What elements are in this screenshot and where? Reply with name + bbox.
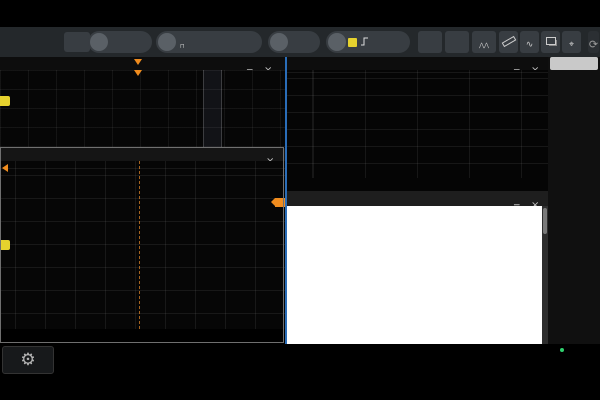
close-icon[interactable] xyxy=(531,58,539,70)
waveview-trace xyxy=(0,70,285,147)
acquire-knob[interactable] xyxy=(158,33,176,51)
acquire-control[interactable] xyxy=(156,31,262,53)
zoom-window-region[interactable] xyxy=(203,70,222,147)
close-icon[interactable] xyxy=(264,58,272,70)
measure-button[interactable] xyxy=(499,31,518,53)
rtsa-button[interactable] xyxy=(472,31,496,53)
multi-window-icon xyxy=(546,37,556,45)
waveform-icon xyxy=(526,32,534,51)
refresh-icon xyxy=(589,33,598,52)
cursor-button[interactable] xyxy=(562,31,581,53)
peak-search-header xyxy=(287,191,548,206)
delay-knob[interactable] xyxy=(270,33,288,51)
center-reference-line xyxy=(139,161,140,329)
zoom-x-axis xyxy=(0,329,285,342)
trigger-offscreen-arrow-icon xyxy=(2,164,8,172)
close-icon[interactable] xyxy=(266,149,274,161)
cursor-icon xyxy=(569,32,574,51)
trigger-position-marker-icon[interactable] xyxy=(134,59,142,65)
trigger-position-pin-icon xyxy=(134,70,142,76)
square-wave-icon xyxy=(180,43,186,50)
horizontal-control[interactable] xyxy=(88,31,152,53)
zoom-trace xyxy=(0,161,285,329)
channel1-badge[interactable] xyxy=(0,96,10,106)
sample-rate-group xyxy=(180,34,186,51)
channel1-badge[interactable] xyxy=(0,240,10,250)
ruler-icon xyxy=(501,36,516,47)
fft-trace xyxy=(287,70,548,178)
multi-window-button[interactable] xyxy=(541,31,560,53)
rtsa-icon xyxy=(479,32,489,51)
peak-search-table xyxy=(287,206,542,344)
clock-block xyxy=(558,346,598,372)
rising-edge-icon xyxy=(360,37,369,47)
results-sidebar xyxy=(548,57,600,344)
delay-control[interactable] xyxy=(268,31,320,53)
status-bar xyxy=(0,345,600,374)
menu-icon[interactable] xyxy=(246,59,254,70)
fft-x-axis xyxy=(287,178,548,191)
gear-icon xyxy=(20,350,35,370)
lan-status-icon xyxy=(560,348,564,352)
toolbar xyxy=(0,27,600,57)
default-button[interactable] xyxy=(445,31,469,53)
waveform-nav-strip[interactable] xyxy=(88,59,218,69)
trigger-knob[interactable] xyxy=(328,33,346,51)
trigger-level-tag[interactable] xyxy=(275,198,285,207)
fft-plot[interactable] xyxy=(287,70,548,178)
scrollbar-thumb[interactable] xyxy=(543,208,547,234)
oscilloscope-screen xyxy=(0,0,600,400)
results-tab[interactable] xyxy=(550,57,598,70)
trigger-control[interactable] xyxy=(326,31,410,53)
zoomview-plot[interactable] xyxy=(0,161,285,329)
horizontal-knob[interactable] xyxy=(90,33,108,51)
menu-icon[interactable] xyxy=(513,59,521,70)
waveview-header xyxy=(0,57,285,70)
zoomview-header xyxy=(0,148,285,161)
trigger-source-badge xyxy=(348,38,357,47)
fft-header xyxy=(287,57,548,70)
stop-run-button[interactable] xyxy=(418,31,442,53)
sample-control-button[interactable] xyxy=(520,31,539,53)
settings-button[interactable] xyxy=(2,346,54,374)
trigger-mode-badge xyxy=(64,32,90,52)
waveview-plot[interactable] xyxy=(0,70,285,147)
refresh-button[interactable] xyxy=(588,31,599,53)
